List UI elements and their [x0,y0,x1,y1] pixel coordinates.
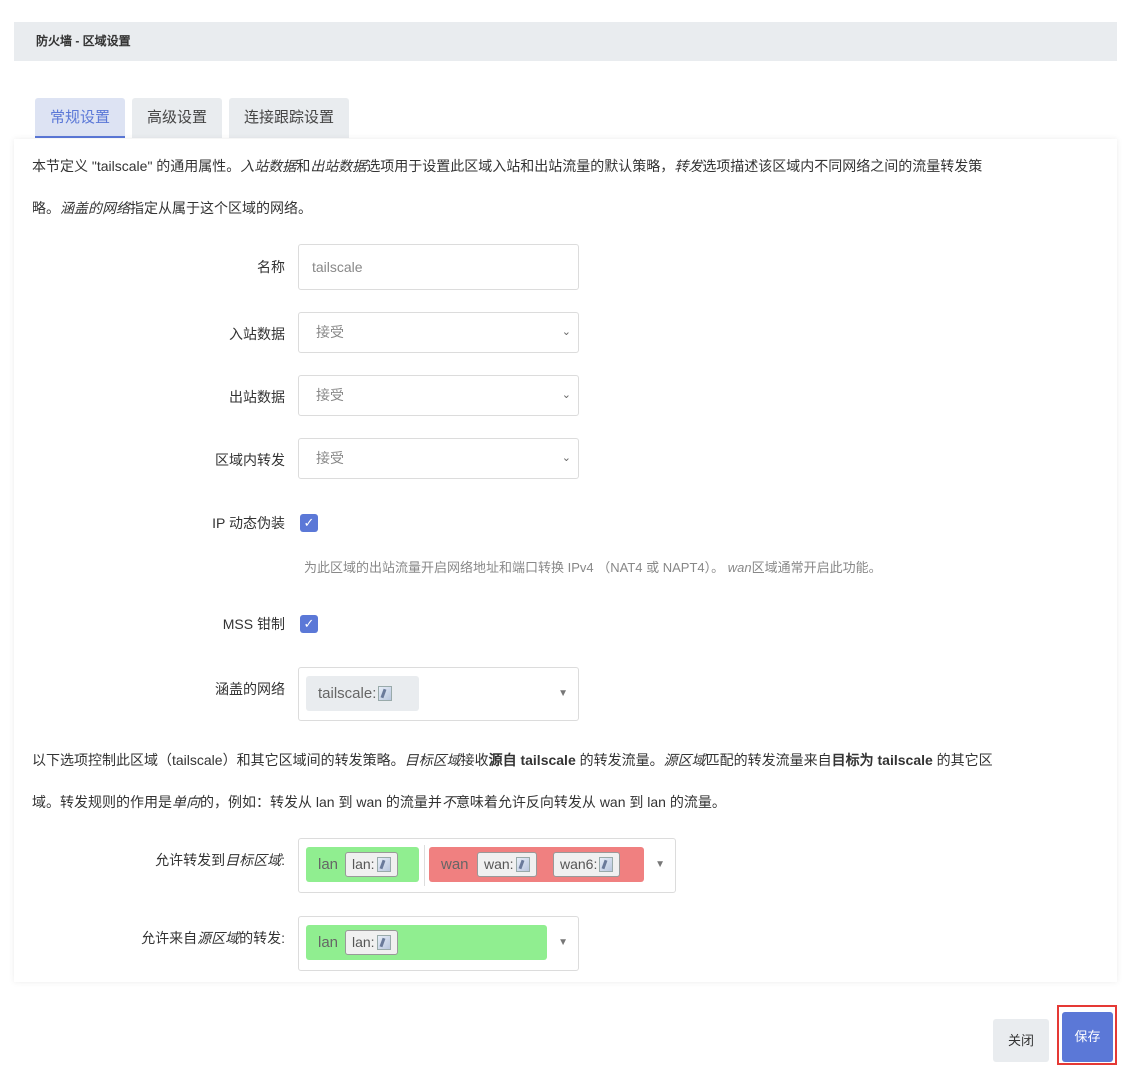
name-input[interactable]: tailscale [298,244,579,290]
zone-divider [424,845,425,886]
dest-zones-label: 允许转发到目标区域: [155,852,285,868]
output-policy-select[interactable]: 接受 ⌄ [298,375,579,416]
zone-tag-lan: lan lan: [306,847,419,882]
interface-icon [376,935,391,950]
network-chip: wan6: [553,852,621,877]
interface-icon [378,686,393,701]
chevron-down-icon: ⌄ [561,326,571,338]
caret-down-icon: ▼ [558,688,568,699]
src-zones-label: 允许来自源区域的转发: [141,930,285,946]
network-chip: lan: [345,852,398,877]
dest-zones-select[interactable]: lan lan: wan wan: wan6: ▼ [298,838,676,893]
dialog-title: 防火墙 - 区域设置 [14,22,1117,61]
save-button[interactable]: 保存 [1062,1012,1113,1062]
tab-bar: 常规设置 高级设置 连接跟踪设置 [35,98,350,138]
mss-checkbox[interactable]: ✓ [300,615,318,633]
networks-select[interactable]: tailscale: ▼ [298,667,579,721]
input-policy-select[interactable]: 接受 ⌄ [298,312,579,353]
forward-label: 区域内转发 [215,452,285,468]
interface-icon [376,857,391,872]
network-tag-tailscale: tailscale: [306,676,419,711]
tab-advanced[interactable]: 高级设置 [132,98,223,138]
output-label: 出站数据 [229,389,285,405]
caret-down-icon: ▼ [655,859,665,870]
input-policy-value: 接受 [316,324,344,340]
src-zones-select[interactable]: lan lan: ▼ [298,916,579,971]
zone-description: 本节定义 "tailscale" 的通用属性。入站数据和出站数据选项用于设置此区… [32,158,983,216]
caret-down-icon: ▼ [558,937,568,948]
chevron-down-icon: ⌄ [561,452,571,464]
network-chip: lan: [345,930,398,955]
input-label: 入站数据 [229,326,285,342]
network-chip: wan: [477,852,537,877]
forward-policy-value: 接受 [316,450,344,466]
networks-label: 涵盖的网络 [215,681,285,697]
output-policy-value: 接受 [316,387,344,403]
general-settings-panel: 本节定义 "tailscale" 的通用属性。入站数据和出站数据选项用于设置此区… [14,139,1117,982]
zone-tag-lan: lan lan: [306,925,547,960]
tab-general[interactable]: 常规设置 [35,98,126,138]
masq-label: IP 动态伪装 [212,515,285,531]
interface-icon [599,857,614,872]
interface-icon [515,857,530,872]
masq-hint: 为此区域的出站流量开启网络地址和端口转换 IPv4 （NAT4 或 NAPT4）… [304,560,882,575]
zone-tag-wan: wan wan: wan6: [429,847,644,882]
close-button[interactable]: 关闭 [993,1019,1049,1062]
name-label: 名称 [257,259,285,275]
forward-policy-select[interactable]: 接受 ⌄ [298,438,579,479]
mss-label: MSS 钳制 [222,616,285,632]
chevron-down-icon: ⌄ [561,389,571,401]
forwarding-description: 以下选项控制此区域（tailscale）和其它区域间的转发策略。目标区域接收源自… [32,752,993,810]
tab-conntrack[interactable]: 连接跟踪设置 [229,98,350,138]
masq-checkbox[interactable]: ✓ [300,514,318,532]
